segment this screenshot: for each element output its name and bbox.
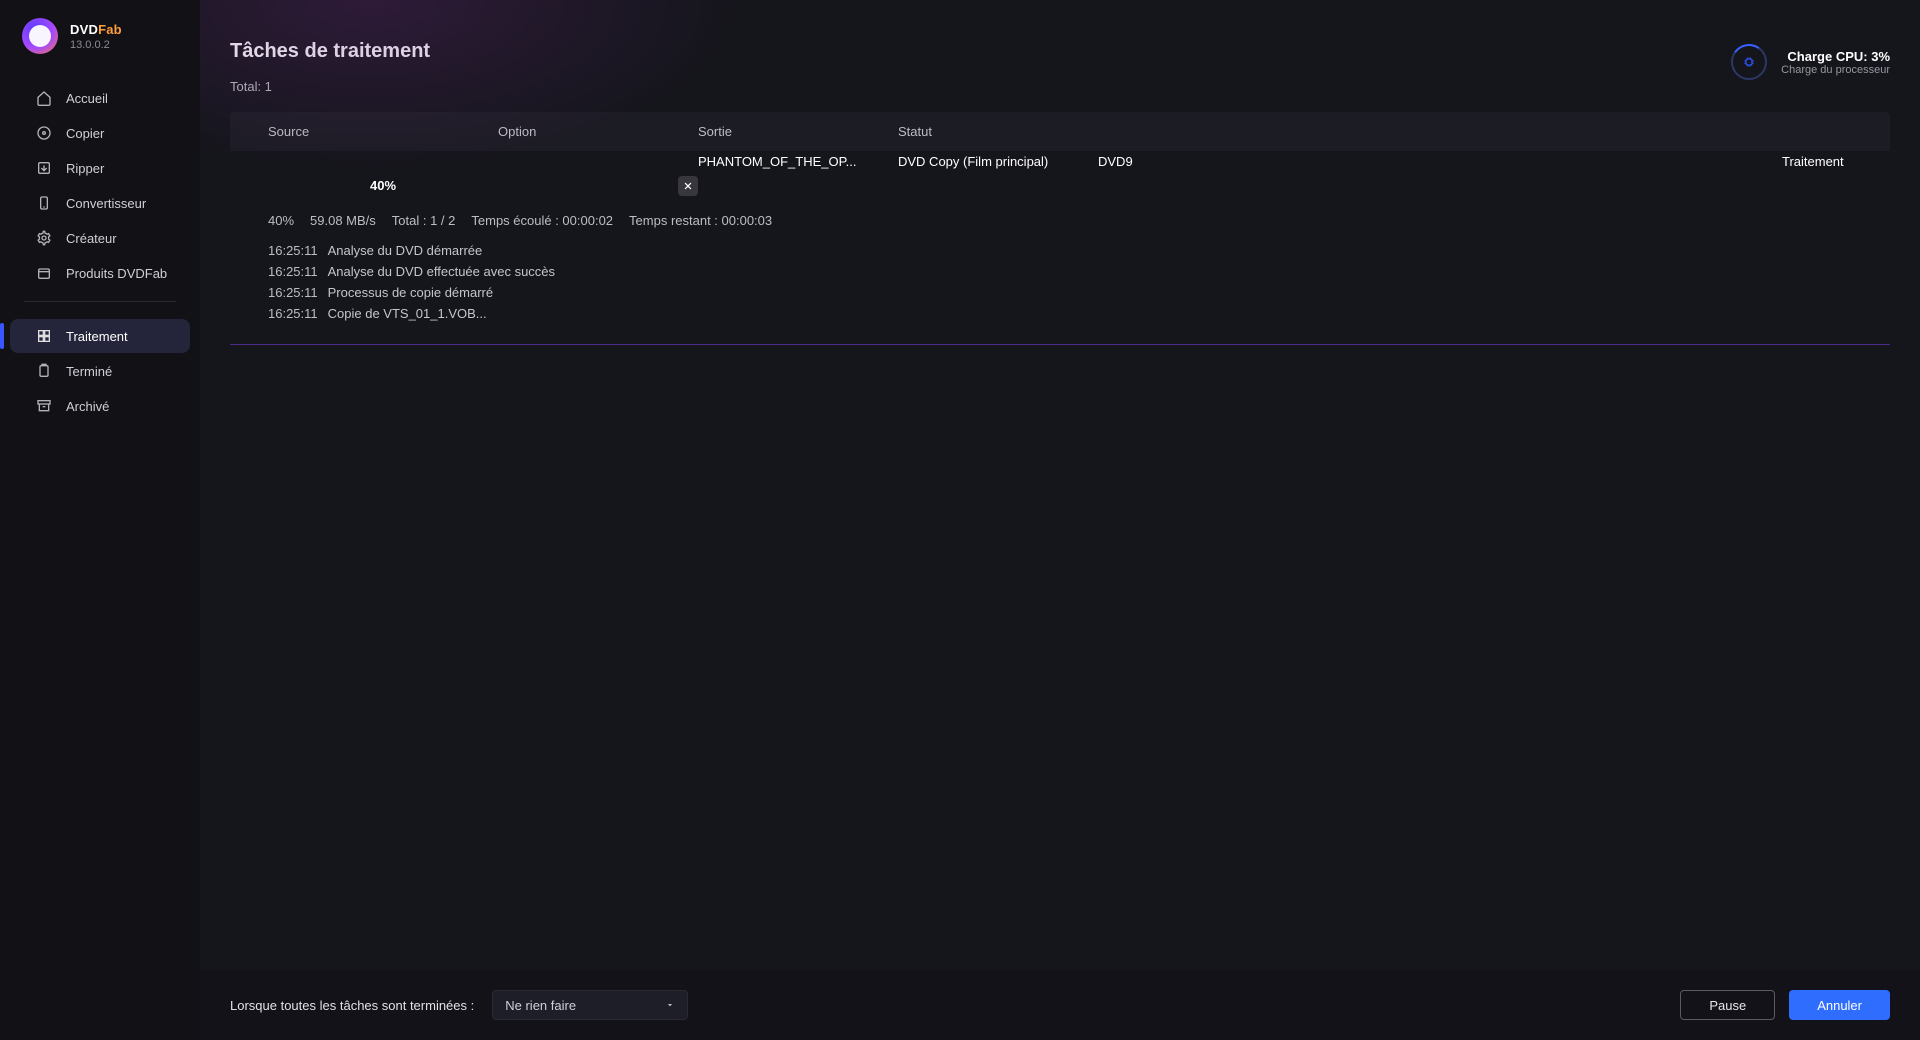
col-statut: Statut [898,124,1098,139]
sidebar-item-archive[interactable]: Archivé [10,389,190,423]
cell-option: DVD Copy (Film principal) [898,154,1098,169]
chip-icon [1742,55,1756,69]
task-stats-line: 40% 59.08 MB/s Total : 1 / 2 Temps écoul… [268,213,1852,228]
stat-total: Total : 1 / 2 [392,213,456,228]
table-header: Source Option Sortie Statut [230,112,1890,151]
sidebar-separator [24,301,176,302]
log-line: 16:25:11 Processus de copie démarré [268,282,1852,303]
export-icon [36,160,52,176]
main: Tâches de traitement Total: 1 Charge CPU… [200,0,1920,1040]
brand: DVDFab 13.0.0.2 [0,18,200,74]
sidebar-item-label: Traitement [66,329,128,344]
brand-version: 13.0.0.2 [70,39,122,51]
log-line: 16:25:11 Copie de VTS_01_1.VOB... [268,303,1852,324]
col-sortie: Sortie [698,124,898,139]
on-complete-label: Lorsque toutes les tâches sont terminées… [230,998,474,1013]
log-message: Analyse du DVD démarrée [328,243,483,258]
log-time: 16:25:11 [268,285,318,300]
cpu-load-label: Charge du processeur [1781,64,1890,76]
log-message: Processus de copie démarré [328,285,493,300]
stat-remaining: Temps restant : 00:00:03 [629,213,772,228]
sidebar-nav-secondary: Traitement Terminé Archivé [0,312,200,424]
log-time: 16:25:11 [268,264,318,279]
sidebar-item-label: Archivé [66,399,109,414]
phone-icon [36,195,52,211]
clipboard-icon [36,363,52,379]
cancel-button[interactable]: Annuler [1789,990,1890,1020]
sidebar-nav-primary: Accueil Copier Ripper Convertisseur Créa… [0,74,200,291]
stat-speed: 59.08 MB/s [310,213,376,228]
cell-statut: Traitement [1782,154,1852,169]
dropdown-value: Ne rien faire [505,998,576,1013]
gear-icon [36,230,52,246]
sidebar-item-convertisseur[interactable]: Convertisseur [10,186,190,220]
log-line: 16:25:11 Analyse du DVD effectuée avec su… [268,261,1852,282]
sidebar-item-traitement[interactable]: Traitement [10,319,190,353]
page-title: Tâches de traitement [230,40,430,63]
archive-icon [36,398,52,414]
total-count: Total: 1 [230,79,430,94]
sidebar: DVDFab 13.0.0.2 Accueil Copier Ripper Co… [0,0,200,1040]
cpu-load-value: Charge CPU: 3% [1781,49,1890,64]
cpu-load-widget: Charge CPU: 3% Charge du processeur [1731,44,1890,80]
sidebar-item-produits[interactable]: Produits DVDFab [10,256,190,290]
cell-percent: 40% [268,178,498,193]
cell-source: PHANTOM_OF_THE_OP... [698,154,898,169]
grid-icon [36,328,52,344]
on-complete-dropdown[interactable]: Ne rien faire [492,990,688,1020]
col-option: Option [498,124,698,139]
footer: Lorsque toutes les tâches sont terminées… [200,970,1920,1040]
box-icon [36,265,52,281]
task-remove-button[interactable] [678,176,698,196]
sidebar-item-ripper[interactable]: Ripper [10,151,190,185]
sidebar-item-label: Créateur [66,231,117,246]
tasks-table: Source Option Sortie Statut PHANTOM_OF_T… [230,112,1890,960]
stat-elapsed: Temps écoulé : 00:00:02 [471,213,613,228]
log-time: 16:25:11 [268,306,318,321]
sidebar-item-createur[interactable]: Créateur [10,221,190,255]
brand-logo-icon [22,18,58,54]
stat-percent: 40% [268,213,294,228]
col-source: Source [268,124,498,139]
task-details: 40% 59.08 MB/s Total : 1 / 2 Temps écoul… [230,199,1890,345]
pause-button[interactable]: Pause [1680,990,1775,1020]
log-line: 16:25:11 Analyse du DVD démarrée [268,240,1852,261]
sidebar-item-termine[interactable]: Terminé [10,354,190,388]
sidebar-item-label: Ripper [66,161,104,176]
sidebar-item-copier[interactable]: Copier [10,116,190,150]
sidebar-item-label: Terminé [66,364,112,379]
cpu-ring-icon [1731,44,1767,80]
home-icon [36,90,52,106]
sidebar-item-accueil[interactable]: Accueil [10,81,190,115]
sidebar-item-label: Convertisseur [66,196,146,211]
chevron-down-icon [665,1000,675,1010]
cell-sortie: DVD9 [1098,154,1782,169]
sidebar-item-label: Accueil [66,91,108,106]
log-time: 16:25:11 [268,243,318,258]
disc-icon [36,125,52,141]
sidebar-item-label: Produits DVDFab [66,266,167,281]
sidebar-item-label: Copier [66,126,104,141]
log-message: Analyse du DVD effectuée avec succès [328,264,555,279]
task-row[interactable]: PHANTOM_OF_THE_OP... DVD Copy (Film prin… [230,151,1890,199]
log-message: Copie de VTS_01_1.VOB... [328,306,487,321]
brand-name: DVDFab [70,22,122,37]
